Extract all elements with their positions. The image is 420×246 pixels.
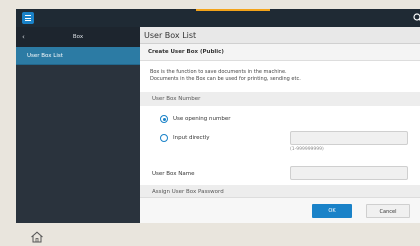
description: Box is the function to save documents in… <box>150 69 416 83</box>
radio-unchecked-icon[interactable] <box>160 134 168 142</box>
description-line-1: Box is the function to save documents in… <box>150 69 287 75</box>
user-box-name-label: User Box Name <box>152 171 195 177</box>
page-title: User Box List <box>140 27 420 44</box>
footer-bar: OK Cancel <box>140 197 420 223</box>
ok-button[interactable]: OK <box>312 204 352 218</box>
sidebar-title: Box <box>72 34 84 40</box>
menu-icon[interactable] <box>22 12 34 24</box>
top-bar <box>16 9 420 27</box>
home-icon[interactable] <box>30 231 44 243</box>
radio-input-directly[interactable]: Input directly <box>160 133 210 143</box>
radio-label-use-opening: Use opening number <box>173 116 231 122</box>
sidebar-header: ‹ Box <box>16 27 140 47</box>
description-line-2: Documents in the Box can be used for pri… <box>150 76 301 82</box>
radio-checked-icon[interactable] <box>160 115 168 123</box>
user-box-name-input[interactable] <box>290 166 408 180</box>
search-icon[interactable] <box>412 12 420 24</box>
radio-use-opening-number[interactable]: Use opening number <box>160 114 230 124</box>
sidebar-item-user-box-list[interactable]: User Box List <box>16 47 140 65</box>
main-panel: User Box List Create User Box (Public) B… <box>140 27 420 223</box>
sidebar: ‹ Box User Box List <box>16 27 140 223</box>
cancel-button[interactable]: Cancel <box>366 204 410 218</box>
range-hint: (1-999999999) <box>290 147 324 152</box>
user-box-number-input[interactable] <box>290 131 408 145</box>
page-subtitle: Create User Box (Public) <box>140 44 420 61</box>
section-user-box-number: User Box Number <box>140 92 420 106</box>
radio-label-input-directly: Input directly <box>173 135 210 141</box>
device-screen: ‹ Box User Box List User Box List Create… <box>0 0 420 246</box>
top-accent-bar <box>196 9 270 11</box>
